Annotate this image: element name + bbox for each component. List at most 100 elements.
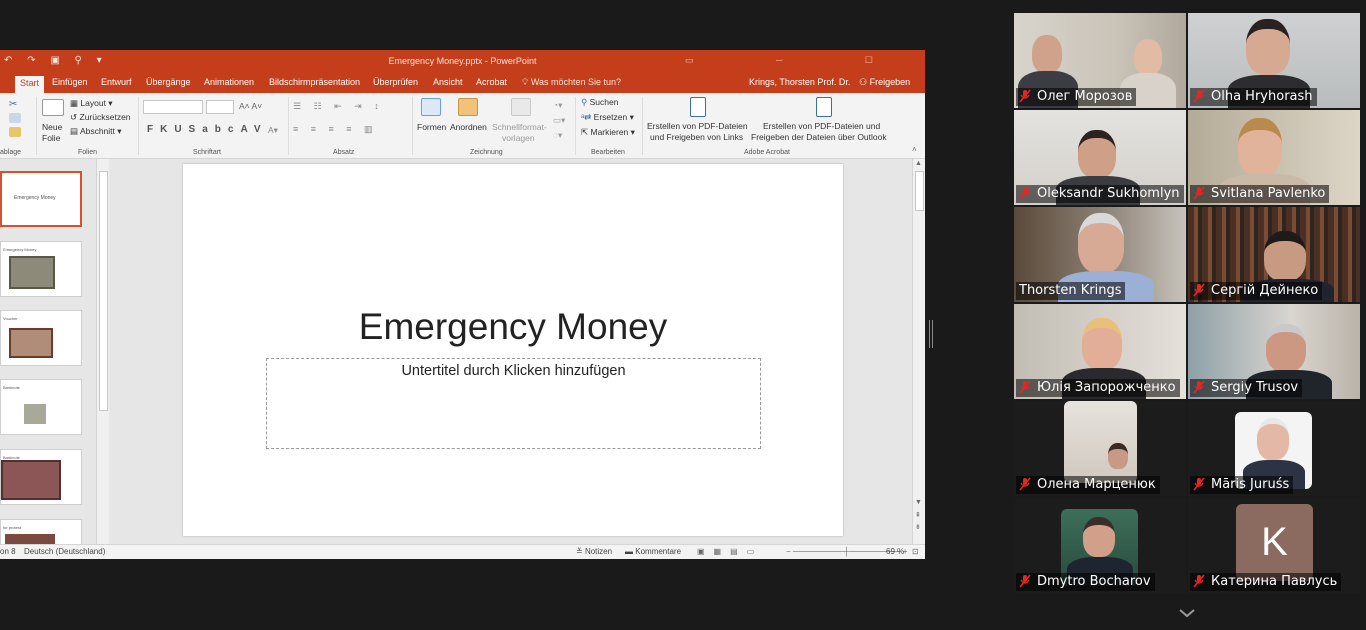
participant-tile[interactable]: Олег Морозов (1014, 13, 1186, 108)
tab-acrobat[interactable]: Acrobat (476, 77, 507, 87)
quick-styles-label-2[interactable]: vorlagen (502, 133, 535, 143)
tab-design[interactable]: Entwurf (101, 77, 132, 87)
section-button[interactable]: ▤ Abschnitt ▾ (70, 126, 122, 137)
pdf-outlook-icon[interactable] (816, 97, 832, 117)
reset-button[interactable]: ↺ Zurücksetzen (70, 112, 131, 123)
tab-view[interactable]: Ansicht (433, 77, 463, 87)
participant-tile-active-speaker[interactable]: Thorsten Krings (1014, 207, 1186, 302)
slide-canvas[interactable]: Emergency Money Untertitel durch Klicken… (183, 164, 843, 536)
scroll-down-icon[interactable]: ▼ (915, 499, 922, 506)
thumbnail-caption: Emergency Money (14, 195, 56, 201)
tab-animations[interactable]: Animationen (204, 77, 254, 87)
new-slide-label-2[interactable]: Folie (42, 133, 60, 143)
font-size-input[interactable] (206, 100, 234, 114)
pdf-links-label[interactable]: Erstellen von PDF-Dateien (647, 121, 748, 131)
shape-fill-outline-icons[interactable]: ◔▾ ▭▾ ◌▾ (553, 98, 565, 143)
arrange-icon[interactable] (458, 98, 478, 116)
zoom-level[interactable]: 69 % (886, 547, 904, 556)
pdf-links-label-2[interactable]: und Freigeben von Links (650, 132, 743, 142)
quick-styles-icon[interactable] (511, 98, 531, 116)
pdf-outlook-label-2[interactable]: Freigeben der Dateien über Outlook (751, 132, 887, 142)
participant-tile[interactable]: Dmytro Bocharov (1014, 498, 1186, 593)
participant-tile[interactable]: Сергій Дейнеко (1188, 207, 1360, 302)
scrollbar-thumb[interactable] (99, 171, 108, 411)
participant-name: Oleksandr Sukhomlyn (1037, 186, 1180, 201)
quick-styles-label[interactable]: Schnellformat- (492, 122, 547, 132)
participant-tile[interactable]: Юлія Запорожченко (1014, 304, 1186, 399)
participant-tile[interactable]: Sergiy Trusov (1188, 304, 1360, 399)
tell-me-label: Was möchten Sie tun? (530, 77, 622, 87)
fit-to-window-icon[interactable]: ⊡ (912, 547, 919, 556)
participant-tile[interactable]: Oleksandr Sukhomlyn (1014, 110, 1186, 205)
person-silhouette (1083, 517, 1115, 557)
chevron-down-icon[interactable] (1178, 606, 1196, 618)
subtitle-placeholder-text: Untertitel durch Klicken hinzufügen (401, 363, 626, 379)
pdf-outlook-label[interactable]: Erstellen von PDF-Dateien und (763, 121, 880, 131)
ribbon-separator (575, 97, 576, 155)
tab-transitions[interactable]: Übergänge (146, 77, 191, 87)
list-buttons[interactable]: ☰ ☷ ⇤ ⇥ ↕ (293, 101, 384, 112)
tab-insert[interactable]: Einfügen (52, 77, 88, 87)
thumbnail-scrollbar[interactable] (96, 159, 109, 544)
participant-nameplate: Олег Морозов (1016, 88, 1137, 106)
person-silhouette (1032, 35, 1062, 73)
align-buttons[interactable]: ≡ ≡ ≡ ≡ ▥ (293, 124, 378, 135)
participant-nameplate: Олена Марценюк (1016, 476, 1160, 494)
share-button[interactable]: ⚇ Freigeben (859, 77, 910, 88)
profile-photo (1064, 401, 1137, 483)
next-slide-icon[interactable]: ⇟ (915, 523, 921, 531)
tab-slideshow[interactable]: Bildschirmpräsentation (269, 77, 360, 87)
language-indicator[interactable]: Deutsch (Deutschland) (24, 547, 105, 556)
subtitle-placeholder[interactable]: Untertitel durch Klicken hinzufügen (266, 358, 761, 449)
slide-thumbnail[interactable]: Banknote (0, 449, 82, 505)
ribbon: ✂ ablage Neue Folie ▦ Layout ▾ ↺ Zurücks… (0, 93, 925, 159)
slide-scrollbar[interactable]: ▲ ▼ ⇞ ⇟ (912, 159, 925, 544)
ribbon-separator (36, 97, 37, 155)
scrollbar-thumb[interactable] (915, 171, 924, 211)
comments-button[interactable]: ▬ Kommentare (625, 547, 681, 556)
participant-nameplate: Oleksandr Sukhomlyn (1016, 185, 1184, 203)
view-buttons[interactable]: ▣▦▤▭ (697, 547, 763, 556)
font-format-buttons[interactable]: FKUSabcAV (147, 124, 268, 135)
slide-thumbnail[interactable]: Emergency Money (0, 171, 82, 227)
tab-review[interactable]: Überprüfen (373, 77, 418, 87)
collapse-ribbon-icon[interactable]: ˄ (912, 145, 917, 154)
font-grow-shrink-icon[interactable]: A˄ A˅ (239, 101, 262, 111)
layout-button[interactable]: ▦ Layout ▾ (70, 98, 113, 109)
participant-tile[interactable]: Svitlana Pavlenko (1188, 110, 1360, 205)
format-painter-icon[interactable] (9, 127, 21, 137)
notes-button[interactable]: ≚ Notizen (576, 547, 612, 556)
participant-tile[interactable]: K Катерина Павлусь (1188, 498, 1360, 593)
new-slide-label[interactable]: Neue (42, 122, 62, 132)
slide-thumbnail[interactable]: Voucher (0, 310, 82, 366)
window-controls[interactable]: ▭ ─ ☐ (685, 55, 913, 66)
arrange-label[interactable]: Anordnen (450, 122, 487, 132)
person-silhouette (1246, 19, 1290, 75)
previous-slide-icon[interactable]: ⇞ (915, 511, 921, 519)
participant-tile[interactable]: Māris Juruśs (1188, 401, 1360, 496)
tell-me-box[interactable]: 💡︎ Was möchten Sie tun? (522, 77, 621, 88)
font-name-input[interactable] (143, 100, 203, 114)
tab-start[interactable]: Start (15, 76, 45, 93)
new-slide-icon[interactable] (42, 99, 64, 116)
account-name[interactable]: Krings, Thorsten Prof. Dr. (749, 77, 850, 87)
split-view-handle[interactable] (929, 320, 933, 348)
banknote-image (9, 256, 55, 289)
slide-title[interactable]: Emergency Money (183, 306, 843, 348)
select-button[interactable]: ⇱ Markieren ▾ (581, 127, 635, 138)
scroll-up-icon[interactable]: ▲ (915, 160, 922, 167)
cut-icon[interactable]: ✂ (9, 99, 21, 110)
font-color-icon[interactable]: A▾ (268, 125, 278, 136)
participant-tile[interactable]: Olha Hryhorash (1188, 13, 1360, 108)
shapes-icon[interactable] (421, 98, 441, 116)
copy-icon[interactable] (9, 113, 21, 123)
slide-thumbnail[interactable]: Emergency Money (0, 241, 82, 297)
participant-tile[interactable]: Олена Марценюк (1014, 401, 1186, 496)
participant-nameplate: Olha Hryhorash (1190, 88, 1317, 106)
shapes-label[interactable]: Formen (417, 122, 446, 132)
find-button[interactable]: ⚲ Suchen (581, 97, 618, 108)
pdf-links-icon[interactable] (690, 97, 706, 117)
voucher-image (9, 328, 53, 358)
slide-thumbnail[interactable]: Banknote (0, 379, 82, 435)
replace-button[interactable]: ᵃ⇄ Ersetzen ▾ (581, 112, 634, 123)
